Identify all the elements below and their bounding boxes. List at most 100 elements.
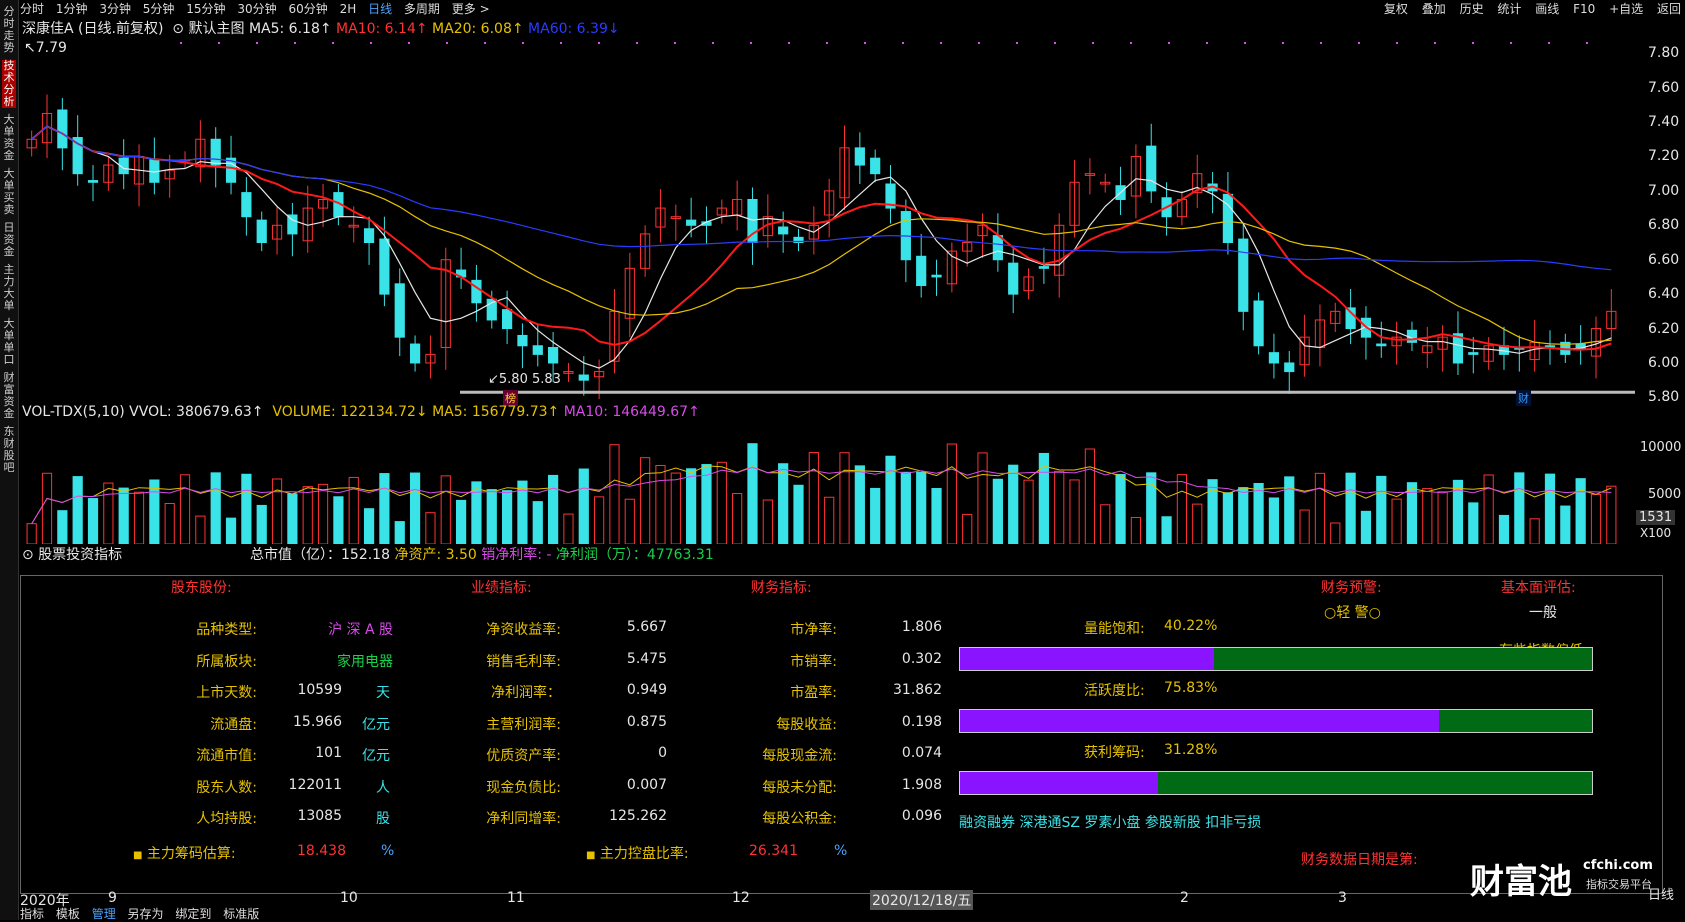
volume-bar: [870, 487, 881, 544]
left-tab-guba[interactable]: 东财股吧: [2, 426, 16, 474]
volume-bar: [87, 498, 99, 544]
left-tab-fenshi[interactable]: 分时走势: [2, 6, 16, 54]
event-dot: [1168, 42, 1170, 44]
tool-stats[interactable]: 统计: [1497, 0, 1521, 17]
volume-bar: [1130, 516, 1142, 544]
left-tab-tech[interactable]: 技术分析: [2, 60, 16, 108]
tf-2h[interactable]: 2H: [340, 2, 357, 16]
control-value: 26.341: [749, 843, 798, 859]
col3-label: 市净率:: [790, 622, 837, 638]
tf-daily[interactable]: 日线: [368, 0, 392, 17]
col3-label: 每股未分配:: [762, 779, 837, 796]
tf-15min[interactable]: 15分钟: [186, 0, 225, 17]
event-dot: [1016, 42, 1018, 44]
time-tick: 2020/12/18/五: [870, 890, 974, 910]
footer-tab-template[interactable]: 模板: [56, 907, 80, 921]
candle-down: [1038, 266, 1049, 269]
volume-bar: [992, 478, 1003, 544]
tool-fuquan[interactable]: 复权: [1384, 0, 1408, 17]
col1-label: 品种类型:: [196, 622, 257, 638]
eval-title: 基本面评估:: [1501, 580, 1576, 596]
col1-value: 家用电器: [337, 653, 393, 670]
col1-value: 10599: [297, 682, 342, 698]
candle-down: [931, 274, 942, 278]
volume-bar: [977, 452, 988, 544]
col1-label: 所属板块:: [196, 653, 257, 670]
stock-title[interactable]: 深康佳A (日线.前复权): [22, 21, 163, 37]
tf-fenshi[interactable]: 分时: [20, 0, 44, 17]
volume-bar: [425, 512, 436, 544]
indicator-bar-fill: [960, 648, 1215, 670]
vol-indicator-name[interactable]: VOL-TDX(5,10): [22, 404, 125, 420]
candle-down: [686, 219, 697, 226]
volume-chart[interactable]: [20, 422, 1635, 544]
candle-down: [992, 235, 1003, 261]
volume-bar: [164, 502, 175, 544]
tool-add-watch[interactable]: +自选: [1609, 0, 1643, 17]
fund-summary: 总市值（亿）：152.18 净资产: 3.50 销净利率: - 净利润（万）：4…: [250, 544, 714, 564]
candle-down: [532, 345, 543, 355]
event-dot: [712, 42, 714, 44]
tf-30min[interactable]: 30分钟: [237, 0, 276, 17]
tf-5min[interactable]: 5分钟: [143, 0, 175, 17]
volume-bar: [916, 471, 927, 544]
event-dot: [978, 42, 980, 44]
vol-axis-10000: 10000: [1640, 440, 1682, 455]
left-tab-order[interactable]: 大单单口: [2, 318, 16, 366]
tf-more[interactable]: 更多 >: [452, 0, 490, 17]
ma20-label: MA20: 6.08↑: [432, 21, 524, 37]
footer-tab-bind[interactable]: 绑定到: [175, 907, 211, 921]
tf-1min[interactable]: 1分钟: [56, 0, 88, 17]
tool-overlay[interactable]: 叠加: [1422, 0, 1446, 17]
tf-multi[interactable]: 多周期: [404, 0, 440, 17]
cai-tag[interactable]: 财: [1516, 390, 1531, 406]
volume-bar: [317, 483, 329, 544]
volume-bar: [379, 473, 390, 544]
left-tab-wealth[interactable]: 财富资金: [2, 372, 16, 420]
col2-value: 0.949: [626, 682, 667, 698]
col2-value: 0: [658, 745, 667, 761]
left-tab-bigtrade[interactable]: 大单买卖: [2, 168, 16, 216]
tool-back[interactable]: 返回: [1657, 0, 1681, 17]
col1-unit: 亿元: [362, 748, 390, 764]
left-tab-dayfund[interactable]: 日资金: [2, 222, 16, 258]
left-tab-main[interactable]: 主力大单: [2, 264, 16, 312]
left-tab-bigfund[interactable]: 大单资金: [2, 114, 16, 162]
price-tick: 7.60: [1648, 79, 1680, 96]
volume-bar: [1069, 479, 1080, 544]
tf-60min[interactable]: 60分钟: [288, 0, 327, 17]
chart-mode-dropdown[interactable]: ⊙ 默认主图: [168, 21, 244, 37]
event-dot: [218, 42, 220, 44]
candle-down: [87, 180, 99, 183]
event-dot: [1548, 42, 1550, 44]
timeframe-bar: 分时 1分钟 3分钟 5分钟 15分钟 30分钟 60分钟 2H 日线 多周期 …: [20, 0, 1685, 16]
tf-3min[interactable]: 3分钟: [99, 0, 131, 17]
volume-bar: [333, 496, 344, 544]
volume-bar: [1514, 472, 1525, 544]
volume-bar: [946, 443, 957, 544]
fund-title[interactable]: ⊙ 股票投资指标: [22, 547, 122, 563]
high-price-mark: ↖7.79: [24, 40, 67, 56]
footer-tab-standard[interactable]: 标准版: [223, 907, 259, 921]
price-tick: 5.80: [1648, 389, 1680, 406]
footer-tab-indicator[interactable]: 指标: [20, 907, 44, 921]
volume-bar: [701, 464, 712, 544]
volume-bar: [1330, 522, 1341, 544]
fund-title-text: 股票投资指标: [38, 547, 123, 563]
corner-period[interactable]: 日线: [1648, 884, 1674, 903]
candle-down: [1253, 300, 1264, 347]
tool-history[interactable]: 历史: [1460, 0, 1484, 17]
col3-label: 每股现金流:: [762, 748, 837, 764]
candle-down: [241, 192, 252, 218]
indicator-bar-track: [959, 771, 1593, 795]
tool-draw[interactable]: 画线: [1535, 0, 1559, 17]
footer-tab-saveas[interactable]: 另存为: [128, 907, 164, 921]
price-chart[interactable]: [20, 36, 1635, 406]
volume-bar: [1161, 516, 1172, 544]
candle-down: [1544, 345, 1556, 348]
tool-f10[interactable]: F10: [1573, 2, 1595, 16]
event-dot: [674, 42, 676, 44]
volume-bar: [1268, 497, 1280, 544]
col2-label: 净资收益率:: [486, 622, 561, 638]
footer-tab-manage[interactable]: 管理: [92, 907, 116, 921]
